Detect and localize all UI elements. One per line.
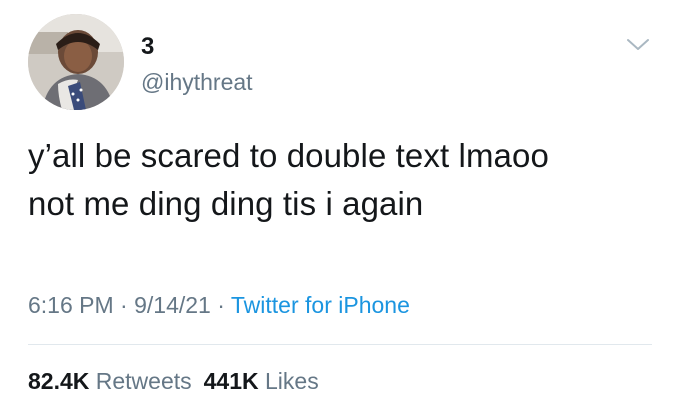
display-name[interactable]: 3 [141,33,154,61]
meta-separator: · [210,292,231,318]
tweet-text-line: not me ding ding tis i again [28,185,424,222]
retweets-label: Retweets [95,368,192,394]
retweets-stat[interactable]: 82.4K Retweets [28,368,192,394]
chevron-down-icon[interactable] [626,37,650,53]
tweet-source-link[interactable]: Twitter for iPhone [231,292,410,318]
tweet-time[interactable]: 6:16 PM [28,292,114,318]
avatar[interactable] [28,14,124,110]
tweet-metadata: 6:16 PM · 9/14/21 · Twitter for iPhone [28,290,410,320]
engagement-stats: 82.4K Retweets 441K Likes [28,366,319,396]
profile-photo-icon [28,14,124,110]
tweet-text-line: y’all be scared to double text lmaoo [28,137,549,174]
meta-separator: · [113,292,135,318]
likes-count: 441K [203,368,259,394]
retweets-count: 82.4K [28,368,90,394]
tweet-date[interactable]: 9/14/21 [134,292,211,318]
tweet-card: 3 @ihythreat y’all be scared to double t… [0,0,680,412]
tweet-text: y’all be scared to double text lmaoo not… [28,132,658,228]
user-handle[interactable]: @ihythreat [141,68,253,96]
likes-label: Likes [265,368,319,394]
divider [28,344,652,345]
likes-stat[interactable]: 441K Likes [204,368,319,394]
